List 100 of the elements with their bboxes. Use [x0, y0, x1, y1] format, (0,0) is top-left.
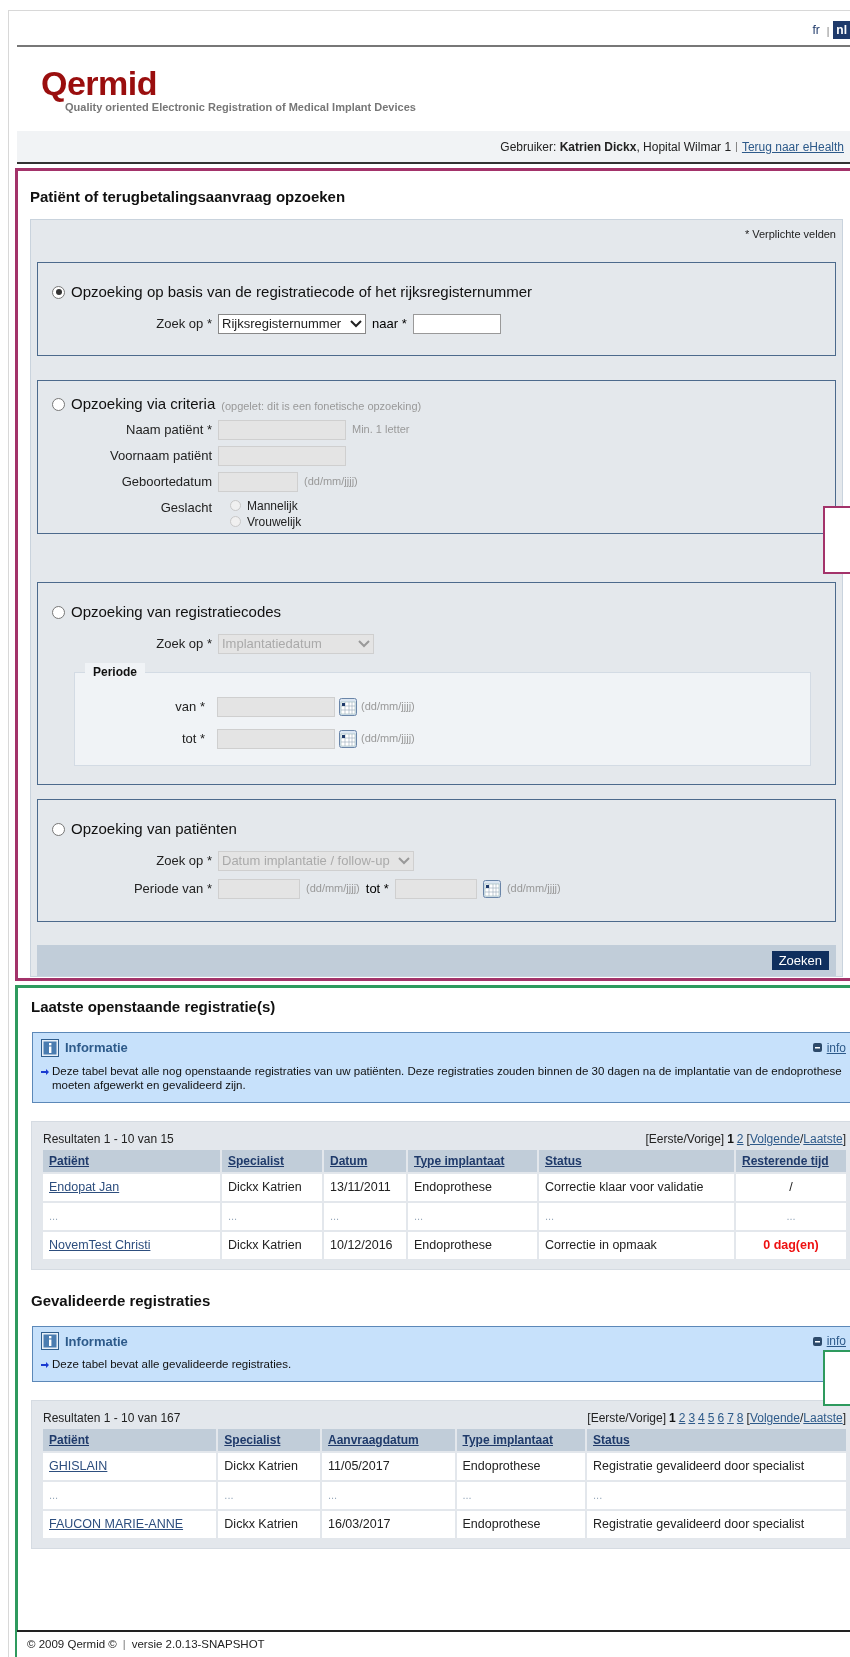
info-text: Deze tabel bevat alle gevalideerde registraties. — [52, 1357, 292, 1371]
chevron-down-icon — [398, 856, 410, 865]
radio-button[interactable] — [52, 397, 65, 411]
calendar-icon[interactable] — [482, 879, 501, 898]
field-label: van * — [174, 697, 205, 716]
table-cell-text: Dickx Katrien — [228, 1178, 302, 1196]
page-link[interactable]: 1 — [669, 1409, 676, 1427]
section-title: Gevalideerde registraties — [31, 1290, 212, 1311]
radio-button[interactable] — [230, 500, 241, 511]
language-link[interactable]: nl — [833, 21, 850, 39]
info-text: Deze tabel bevat alle nog openstaande registraties van uw patiënten. Deze registraties zouden binnen de 30 dagen na de implantatie van de endoprothese moeten afgewerkt en gevalideerd zijn. — [52, 1063, 843, 1092]
search-button[interactable]: Zoeken — [771, 951, 829, 970]
page-link[interactable]: 6 — [717, 1409, 725, 1427]
column-header[interactable]: Status — [539, 1149, 734, 1172]
column-header[interactable]: Aanvraagdatum — [322, 1429, 455, 1451]
pager-text: [ — [746, 1410, 750, 1427]
table-cell-text: Endoprothese — [414, 1236, 492, 1254]
info-icon — [41, 1332, 59, 1351]
table-cell-text: ... — [593, 1488, 603, 1504]
pager-text: ] — [842, 1130, 846, 1148]
radio-button[interactable] — [52, 285, 65, 299]
page-link[interactable]: 7 — [727, 1409, 734, 1427]
table-cell-text: / — [789, 1178, 793, 1196]
info-title: Informatie — [65, 1332, 128, 1351]
table-cell-text: ... — [414, 1208, 424, 1224]
page-link[interactable]: 2 — [736, 1129, 744, 1148]
radio-button[interactable] — [52, 605, 65, 619]
section-title: Laatste openstaande registratie(s) — [31, 997, 277, 1017]
field-label: Zoek op * — [155, 851, 212, 870]
option-title: Opzoeking van registratiecodes — [71, 602, 282, 622]
info-toggle-link[interactable]: info — [826, 1038, 846, 1057]
format-hint: (dd/mm/jjjj) — [306, 881, 360, 897]
radio-label: Mannelijk — [247, 497, 298, 514]
field-label: Zoek op * — [155, 314, 212, 333]
pager-text: / — [799, 1410, 804, 1427]
table-cell-text: Dickx Katrien — [228, 1236, 302, 1254]
info-toggle-link[interactable]: info — [826, 1332, 846, 1351]
results-count: Resultaten 1 - 10 van 167 — [43, 1410, 181, 1427]
radio-button[interactable] — [230, 516, 241, 527]
version-text: versie 2.0.13-SNAPSHOT — [131, 1636, 265, 1652]
pager-text: [Eerste/Vorige] — [645, 1130, 725, 1148]
section-title: Patiënt of terugbetalingsaanvraag opzoeken — [30, 187, 347, 206]
field-label: Voornaam patiënt — [109, 446, 212, 465]
column-header[interactable]: Datum — [324, 1149, 406, 1172]
table-cell-text: Registratie gevalideerd door specialist — [593, 1458, 805, 1476]
option-title: Opzoeking op basis van de registratiecode of het rijksregisternummer — [71, 282, 533, 302]
field-label: naar * — [372, 314, 407, 333]
back-link[interactable]: Terug naar eHealth — [741, 137, 844, 156]
format-hint: (dd/mm/jjjj) — [361, 699, 415, 715]
column-header[interactable]: Type implantaat — [456, 1429, 586, 1451]
table-cell-text: ... — [786, 1208, 796, 1224]
select-dropdown[interactable]: Rijksregisternummer — [218, 313, 366, 334]
table-cell-text: 10/12/2016 — [330, 1236, 393, 1254]
column-header[interactable]: Status — [587, 1429, 846, 1451]
page-link[interactable]: 3 — [688, 1409, 696, 1427]
table-cell-text: ... — [49, 1488, 59, 1504]
field-label: Zoek op * — [155, 634, 212, 653]
column-header[interactable]: Patiënt — [43, 1149, 220, 1172]
format-hint: (dd/mm/jjjj) — [506, 881, 561, 897]
collapse-icon[interactable] — [812, 1336, 822, 1346]
separator: | — [122, 1637, 126, 1653]
collapse-icon[interactable] — [812, 1043, 822, 1053]
table-cell-text: 0 dag(en) — [763, 1236, 819, 1254]
calendar-icon[interactable] — [339, 729, 357, 748]
language-link[interactable]: fr — [809, 21, 823, 39]
column-header[interactable]: Patiënt — [43, 1429, 217, 1451]
option-hint: (opgelet: dit is een fonetische opzoeking) — [221, 399, 422, 414]
column-header[interactable]: Type implantaat — [408, 1149, 537, 1172]
input-field[interactable] — [412, 313, 501, 334]
table-cell-text: Endoprothese — [414, 1178, 492, 1196]
table-cell-text: ... — [545, 1208, 555, 1224]
table-cell-text: ... — [228, 1208, 238, 1224]
page-link[interactable]: 5 — [707, 1409, 715, 1427]
last-page-link[interactable]: Laatste — [803, 1129, 843, 1148]
arrow-right-icon — [41, 1361, 49, 1369]
arrow-right-icon — [41, 1067, 49, 1076]
separator: | — [826, 25, 830, 39]
column-header[interactable]: Specialist — [218, 1429, 320, 1451]
logo-tagline: Quality oriented Electronic Registration of Medical Implant Devices — [65, 101, 417, 115]
column-header[interactable]: Specialist — [222, 1149, 322, 1172]
pager-text: [ — [746, 1130, 750, 1148]
page-link[interactable]: 2 — [678, 1409, 686, 1427]
calendar-icon[interactable] — [339, 697, 357, 716]
table-cell-text: 16/03/2017 — [328, 1516, 391, 1534]
page-link[interactable]: 1 — [727, 1129, 734, 1148]
option-title: Opzoeking van patiënten — [71, 819, 237, 839]
last-page-link[interactable]: Laatste — [803, 1409, 843, 1427]
page-link[interactable]: 4 — [698, 1409, 705, 1427]
table-cell-text: ... — [49, 1208, 59, 1224]
table-cell-text: Dickx Katrien — [224, 1516, 298, 1534]
field-label: Naam patiënt * — [125, 420, 212, 439]
page-link[interactable]: 8 — [736, 1409, 744, 1427]
radio-button[interactable] — [52, 822, 65, 836]
info-title: Informatie — [65, 1039, 128, 1057]
pager-text: ] — [842, 1410, 846, 1427]
table-cell-text: Correctie klaar voor validatie — [545, 1178, 704, 1196]
field-label: Geboortedatum — [120, 472, 212, 491]
field-label: Geslacht — [159, 498, 212, 517]
field-label: tot * — [365, 879, 389, 898]
column-header[interactable]: Resterende tijd — [736, 1149, 846, 1172]
